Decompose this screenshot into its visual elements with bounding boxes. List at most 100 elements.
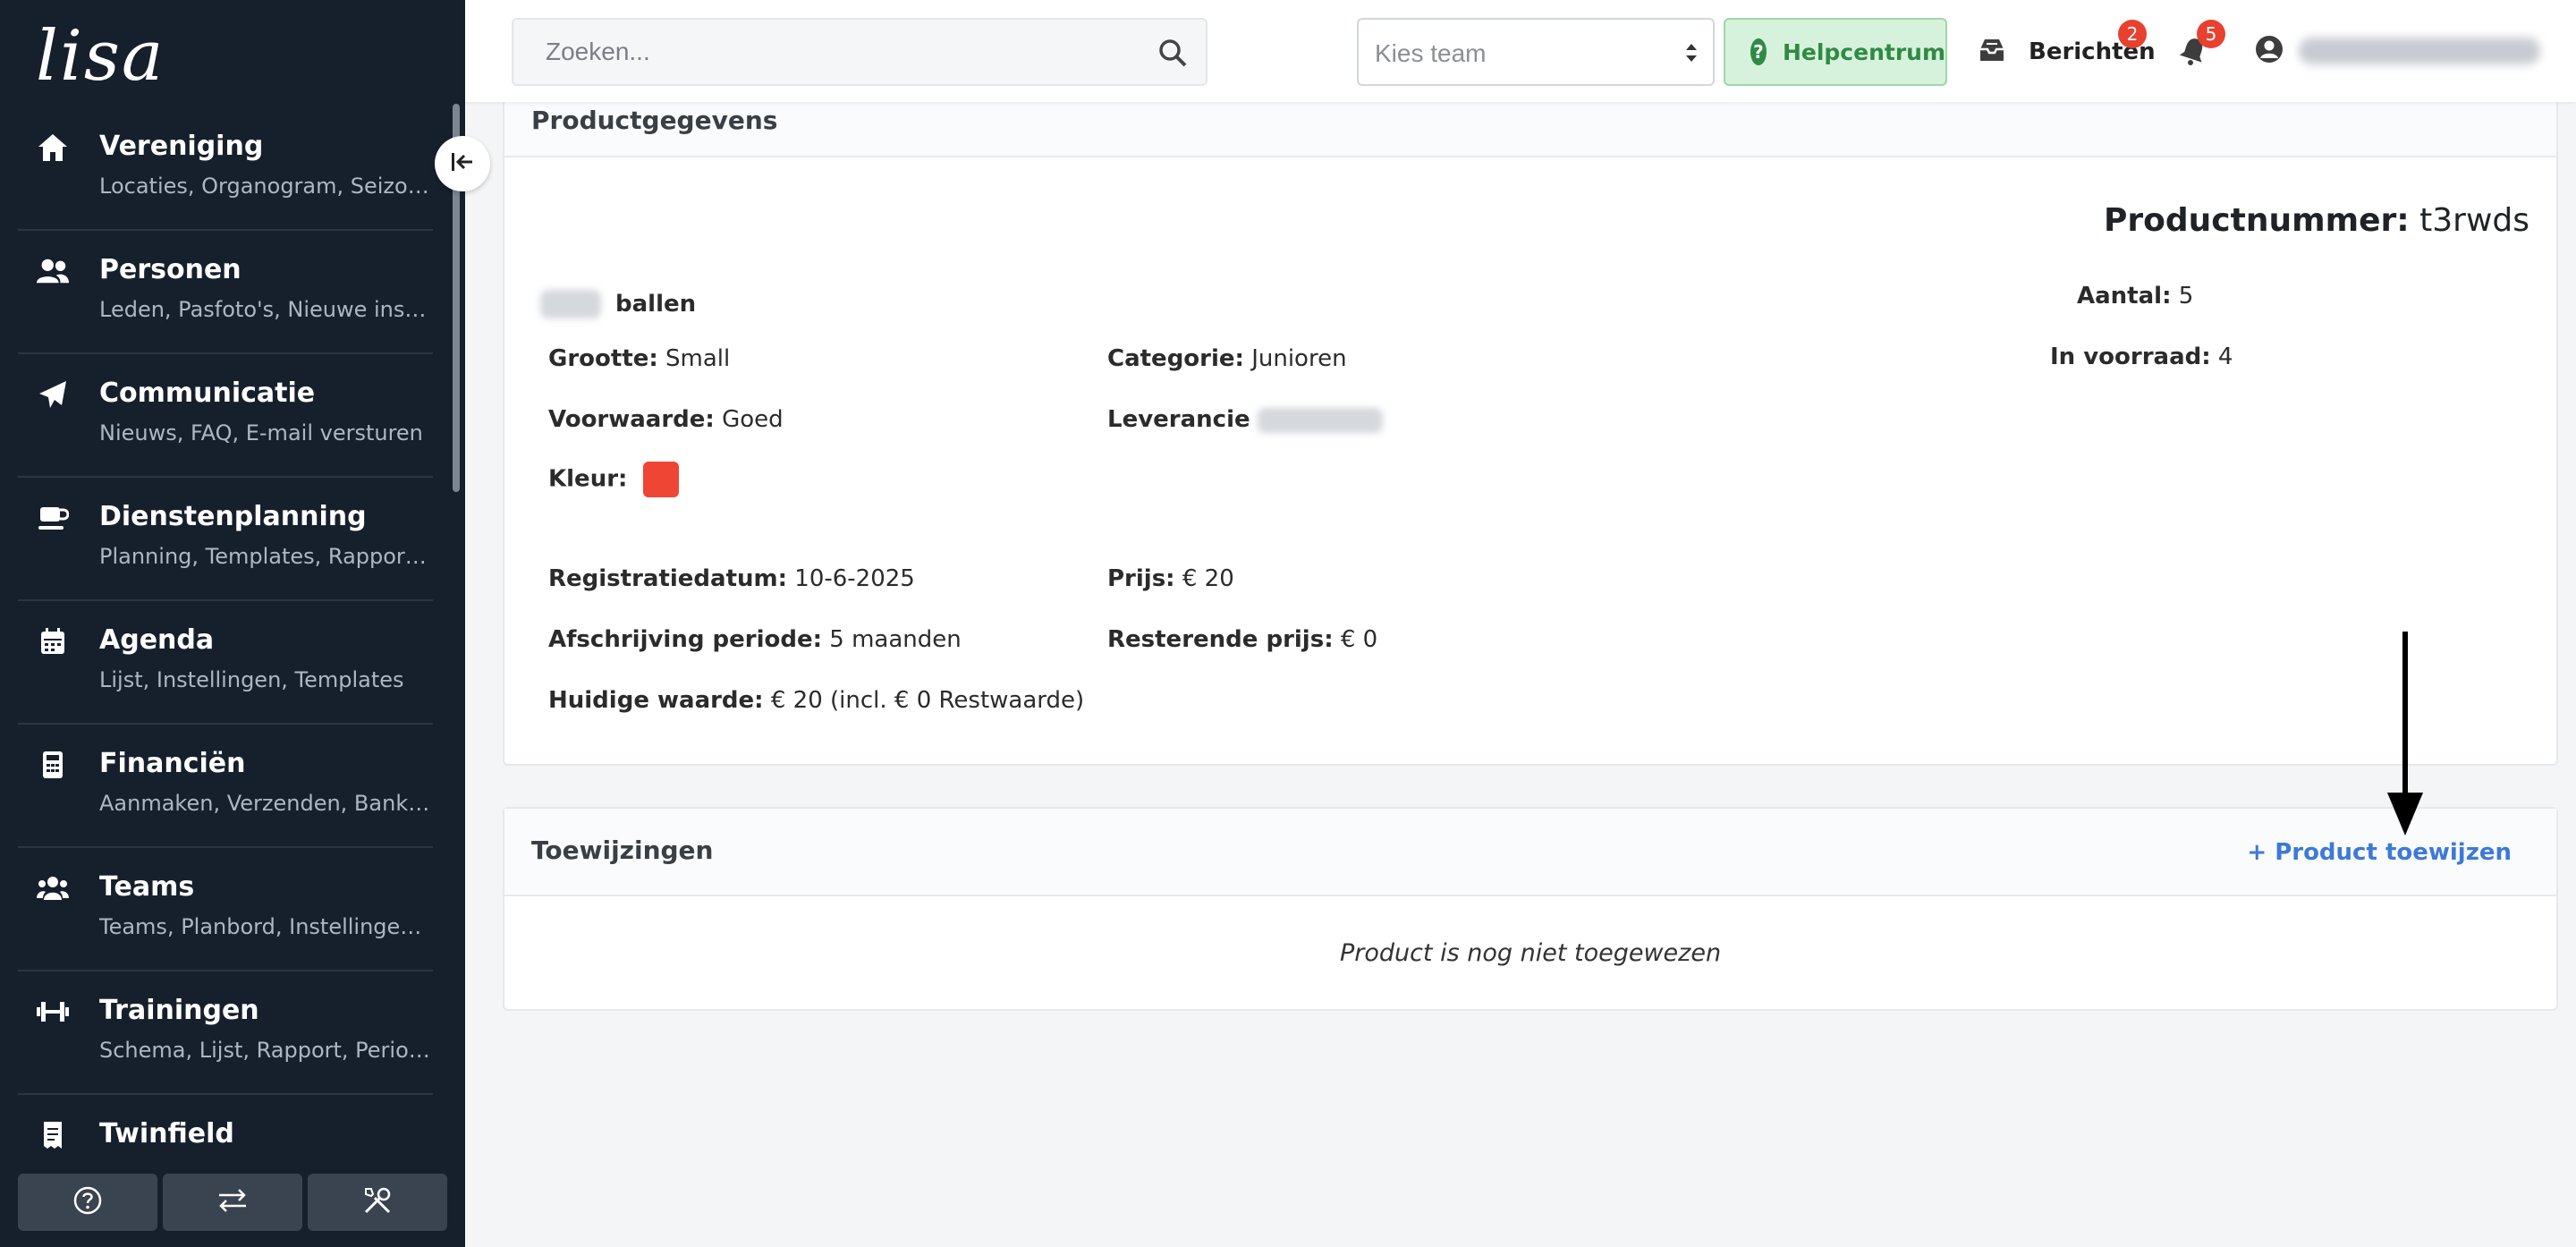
- receipt-icon: [36, 1118, 70, 1152]
- sidebar-item-title: Twinfield: [99, 1118, 234, 1149]
- field-label: Aantal:: [2077, 283, 2172, 310]
- field-label: In voorraad:: [2050, 344, 2211, 370]
- field-label: Kleur:: [548, 465, 628, 493]
- coffee-icon: [36, 501, 70, 535]
- helpcentrum-label: Helpcentrum: [1782, 38, 1945, 65]
- calendar-icon: [36, 624, 70, 658]
- sidebar-item-communicatie[interactable]: Communicatie Nieuws, FAQ, E-mail verstur…: [18, 354, 433, 478]
- calculator-icon: [36, 748, 70, 782]
- field-registratiedatum: Registratiedatum: 10-6-2025: [548, 565, 915, 592]
- field-value: Goed: [722, 406, 784, 433]
- notifications-badge: 5: [2197, 20, 2225, 48]
- dumbbell-icon: [36, 995, 70, 1029]
- field-voorraad: In voorraad: 4: [2050, 344, 2233, 370]
- field-value: Junioren: [1251, 345, 1347, 372]
- help-circle-icon: [72, 1185, 103, 1219]
- field-categorie: Categorie: Junioren: [1107, 345, 1347, 372]
- field-label: Huidige waarde:: [548, 687, 764, 714]
- sidebar: lisa Vereniging Locaties, Organogram, Se…: [0, 0, 465, 1247]
- sidebar-item-title: Vereniging: [99, 131, 264, 162]
- field-value: 4: [2217, 344, 2233, 370]
- user-menu[interactable]: [2254, 34, 2540, 68]
- select-arrows-icon: [1684, 41, 1699, 68]
- sidebar-item-subtitle: Teams, Planbord, Instellingen, Spelers: [99, 914, 432, 939]
- field-afschrijving: Afschrijving periode: 5 maanden: [548, 626, 962, 653]
- search-icon[interactable]: [1157, 38, 1188, 72]
- sidebar-item-teams[interactable]: Teams Teams, Planbord, Instellingen, Spe…: [18, 848, 433, 971]
- sidebar-item-title: Personen: [99, 254, 242, 285]
- field-kleur: Kleur:: [548, 462, 680, 497]
- product-name: ballen: [540, 290, 696, 318]
- card-header: Toewijzingen + Product toewijzen: [504, 809, 2556, 896]
- messages-badge: 2: [2118, 20, 2147, 48]
- collapse-sidebar-button[interactable]: [435, 136, 490, 191]
- field-prijs: Prijs: € 20: [1107, 565, 1234, 592]
- bell-icon: [2179, 38, 2207, 70]
- team-select-placeholder: Kies team: [1375, 39, 1487, 67]
- field-value: 10-6-2025: [794, 565, 915, 592]
- switch-button[interactable]: [163, 1174, 302, 1231]
- help-button[interactable]: [18, 1174, 157, 1231]
- search-box: [512, 18, 1208, 86]
- field-label: Categorie:: [1107, 345, 1244, 372]
- section-title: Productgegevens: [531, 106, 778, 135]
- assign-product-link[interactable]: + Product toewijzen: [2247, 839, 2512, 866]
- sidebar-item-title: Communicatie: [99, 377, 316, 409]
- product-number: Productnummer: t3rwds: [2104, 202, 2529, 239]
- field-huidige-waarde: Huidige waarde: € 20 (incl. € 0 Restwaar…: [548, 687, 1084, 714]
- field-grootte: Grootte: Small: [548, 345, 730, 372]
- sidebar-item-subtitle: Schema, Lijst, Rapport, Periodes: [99, 1038, 432, 1063]
- helpcentrum-button[interactable]: ? Helpcentrum: [1724, 18, 1947, 86]
- sidebar-item-title: Agenda: [99, 624, 215, 656]
- sidebar-item-dienstenplanning[interactable]: Dienstenplanning Planning, Templates, Ra…: [18, 478, 433, 601]
- sidebar-item-trainingen[interactable]: Trainingen Schema, Lijst, Rapport, Perio…: [18, 971, 433, 1095]
- field-value: 5: [2178, 283, 2194, 310]
- sidebar-item-financien[interactable]: Financiën Aanmaken, Verzenden, Bankbesta…: [18, 725, 433, 848]
- sidebar-footer: [18, 1174, 447, 1231]
- team-select[interactable]: Kies team: [1357, 18, 1715, 86]
- app-logo[interactable]: lisa: [36, 16, 165, 97]
- section-title: Toewijzingen: [531, 836, 714, 865]
- sidebar-item-title: Teams: [99, 871, 195, 903]
- inbox-icon: [1977, 37, 2007, 67]
- annotation-arrow-icon: [2383, 632, 2428, 841]
- home-icon: [36, 131, 70, 165]
- question-icon: ?: [1750, 38, 1767, 65]
- field-voorwaarde: Voorwaarde: Goed: [548, 406, 784, 433]
- tools-button[interactable]: [308, 1174, 447, 1231]
- sidebar-item-title: Financiën: [99, 748, 246, 779]
- sidebar-item-subtitle: Locaties, Organogram, Seizoenen: [99, 174, 432, 199]
- notifications-button[interactable]: 5: [2179, 20, 2225, 70]
- sidebar-item-vereniging[interactable]: Vereniging Locaties, Organogram, Seizoen…: [18, 107, 433, 231]
- users-icon: [36, 254, 70, 288]
- sidebar-item-title: Dienstenplanning: [99, 501, 367, 532]
- empty-state-message: Product is nog niet toegewezen: [1339, 939, 1722, 967]
- field-label: Leverancie: [1107, 406, 1250, 433]
- field-value: € 20 (incl. € 0 Restwaarde): [770, 687, 1085, 714]
- field-value: Small: [665, 345, 731, 372]
- field-resterende-prijs: Resterende prijs: € 0: [1107, 626, 1377, 653]
- team-icon: [36, 871, 70, 905]
- sidebar-item-subtitle: Lijst, Instellingen, Templates: [99, 667, 404, 692]
- product-details-card: Productgegevens Productnummer: t3rwds ba…: [503, 89, 2558, 766]
- supplier-redacted: [1257, 407, 1383, 433]
- sidebar-item-subtitle: Leden, Pasfoto's, Nieuwe inschrijvingen: [99, 297, 432, 322]
- field-label: Resterende prijs:: [1107, 626, 1334, 653]
- sidebar-item-subtitle: Planning, Templates, Rapport, Instelling…: [99, 544, 432, 569]
- product-brand-redacted: [540, 290, 601, 318]
- messages-button[interactable]: Berichten 2: [1977, 20, 2156, 77]
- field-label: Afschrijving periode:: [548, 626, 822, 653]
- user-name-redacted: [2299, 38, 2540, 64]
- sidebar-item-agenda[interactable]: Agenda Lijst, Instellingen, Templates: [18, 601, 433, 725]
- assignments-card: Toewijzingen + Product toewijzen Product…: [503, 807, 2558, 1011]
- topbar: Kies team ? Helpcentrum Berichten 2 5: [465, 0, 2576, 102]
- field-label: Voorwaarde:: [548, 406, 715, 433]
- field-leverancier: Leverancie: [1107, 406, 1383, 433]
- product-number-value: t3rwds: [2419, 202, 2529, 239]
- paper-plane-icon: [36, 377, 70, 411]
- field-aantal: Aantal: 5: [2077, 283, 2193, 310]
- sidebar-item-subtitle: Aanmaken, Verzenden, Bankbestanden: [99, 791, 432, 816]
- search-input[interactable]: [513, 20, 1140, 84]
- collapse-arrow-icon: [449, 150, 476, 177]
- sidebar-item-personen[interactable]: Personen Leden, Pasfoto's, Nieuwe inschr…: [18, 231, 433, 354]
